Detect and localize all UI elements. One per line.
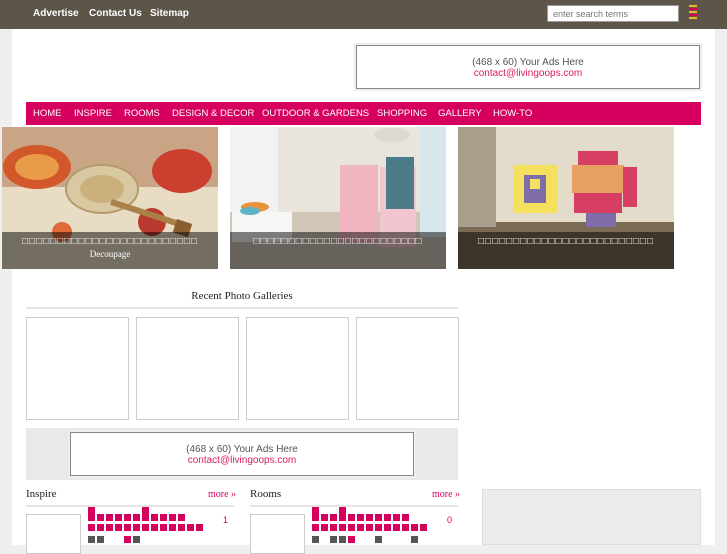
- rooms-more-link[interactable]: more »: [432, 489, 460, 500]
- inspire-article-title[interactable]: [88, 514, 185, 521]
- rooms-section-title: Rooms: [250, 488, 282, 500]
- gallery-caption-subtitle: Decoupage: [89, 249, 131, 259]
- advertise-link[interactable]: Advertise: [33, 8, 79, 19]
- sitemap-link[interactable]: Sitemap: [150, 8, 189, 19]
- gallery-image-decoupage[interactable]: □□□□□□□□□□□□□□□□□□□□□□□□□ Decoupage: [2, 127, 218, 269]
- search-icon[interactable]: [689, 5, 697, 21]
- gallery-caption: □□□□□□□□□□□□□□□□□□□□□□□□□ Decoupage: [2, 232, 218, 269]
- rooms-article-title[interactable]: [312, 507, 346, 514]
- section-divider: [250, 505, 458, 507]
- ad-size-label: (468 x 60) Your Ads Here: [186, 444, 298, 455]
- rooms-article-meta: [312, 536, 418, 543]
- inspire-comment-count: 1: [223, 515, 229, 525]
- inspire-article-thumb[interactable]: [26, 514, 81, 554]
- inspire-more-link[interactable]: more »: [208, 489, 236, 500]
- nav-design-decor[interactable]: DESIGN & DECOR: [172, 108, 254, 119]
- ad-size-label: (468 x 60) Your Ads Here: [472, 57, 584, 68]
- header-ad-banner[interactable]: (468 x 60) Your Ads Here contact@livingo…: [356, 45, 700, 89]
- gallery-image-sticky-notes[interactable]: □□□□□□□□□□□□□□□□□□□□□□□□□: [458, 127, 674, 269]
- recent-gallery-thumb[interactable]: [356, 317, 459, 420]
- inspire-article-meta: [88, 536, 140, 543]
- recent-gallery-thumb[interactable]: [26, 317, 129, 420]
- content-ad-banner[interactable]: (468 x 60) Your Ads Here contact@livingo…: [70, 432, 414, 476]
- nav-outdoor-gardens[interactable]: OUTDOOR & GARDENS: [262, 108, 369, 119]
- rooms-article-thumb[interactable]: [250, 514, 305, 554]
- sidebar-widget: [482, 489, 701, 545]
- inspire-article-title[interactable]: [88, 524, 203, 531]
- rooms-article-title[interactable]: [312, 514, 409, 521]
- top-bar: Advertise Contact Us Sitemap: [0, 0, 727, 29]
- gallery-image-kitchen[interactable]: □□□□□□□□□□□□□□□□□□□□□□□□: [230, 127, 446, 269]
- recent-gallery-thumb[interactable]: [136, 317, 239, 420]
- nav-gallery[interactable]: GALLERY: [438, 108, 482, 119]
- nav-shopping[interactable]: SHOPPING: [377, 108, 427, 119]
- ad-contact-email[interactable]: contact@livingoops.com: [71, 455, 413, 466]
- section-divider: [26, 307, 458, 309]
- gallery-caption: □□□□□□□□□□□□□□□□□□□□□□□□: [230, 232, 446, 269]
- recent-gallery-thumb[interactable]: [246, 317, 349, 420]
- rooms-article-title[interactable]: [312, 524, 427, 531]
- main-nav: HOME INSPIRE ROOMS DESIGN & DECOR OUTDOO…: [26, 102, 701, 125]
- gallery-caption-text: □□□□□□□□□□□□□□□□□□□□□□□□: [253, 236, 423, 247]
- search-input[interactable]: [547, 5, 679, 22]
- rooms-comment-count: 0: [447, 515, 453, 525]
- gallery-caption-text: □□□□□□□□□□□□□□□□□□□□□□□□□: [477, 236, 654, 247]
- recent-galleries-title: Recent Photo Galleries: [191, 290, 293, 302]
- nav-rooms[interactable]: ROOMS: [124, 108, 160, 119]
- nav-home[interactable]: HOME: [33, 108, 62, 119]
- inspire-section-title: Inspire: [26, 488, 57, 500]
- inspire-article-title[interactable]: [88, 507, 149, 514]
- contact-us-link[interactable]: Contact Us: [89, 8, 142, 19]
- nav-inspire[interactable]: INSPIRE: [74, 108, 112, 119]
- ad-contact-email[interactable]: contact@livingoops.com: [357, 68, 699, 79]
- gallery-caption: □□□□□□□□□□□□□□□□□□□□□□□□□: [458, 232, 674, 269]
- nav-how-to[interactable]: HOW-TO: [493, 108, 532, 119]
- gallery-caption-text: □□□□□□□□□□□□□□□□□□□□□□□□□: [21, 236, 198, 247]
